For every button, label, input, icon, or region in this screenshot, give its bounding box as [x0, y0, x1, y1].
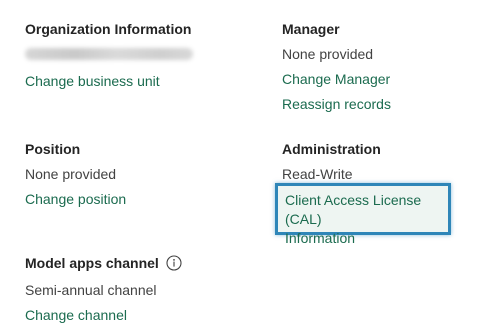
change-manager-link[interactable]: Change Manager — [282, 70, 391, 88]
organization-info-value-redacted — [25, 48, 193, 60]
change-position-link[interactable]: Change position — [25, 190, 126, 208]
cal-information-link-line2: Information — [285, 230, 356, 246]
reassign-records-link[interactable]: Reassign records — [282, 95, 391, 113]
change-business-unit-link[interactable]: Change business unit — [25, 72, 193, 90]
administration-value: Read-Write — [282, 166, 353, 182]
position-heading: Position — [25, 141, 81, 157]
position-value: None provided — [25, 166, 117, 182]
administration-section: Administration Read-Write — [282, 140, 381, 183]
administration-heading: Administration — [282, 141, 381, 157]
organization-info-heading: Organization Information — [25, 21, 192, 37]
change-channel-link[interactable]: Change channel — [25, 306, 182, 324]
manager-section: Manager None provided Change Manager Rea… — [282, 20, 391, 113]
manager-heading: Manager — [282, 21, 340, 37]
cal-information-link-line1: Client Access License (CAL) — [285, 192, 422, 227]
position-section: Position None provided Change position — [25, 140, 126, 208]
cal-information-highlight[interactable]: Client Access License (CAL) Information — [275, 183, 451, 246]
model-apps-channel-heading: Model apps channel — [25, 254, 182, 272]
model-apps-channel-section: Model apps channel Semi-annual channel C… — [25, 254, 182, 324]
user-details-panel: Organization Information Change business… — [0, 0, 492, 333]
model-apps-channel-heading-label: Model apps channel — [25, 255, 159, 271]
organization-info-section: Organization Information Change business… — [25, 20, 193, 90]
info-icon[interactable] — [166, 255, 182, 271]
cal-information-link[interactable]: Client Access License (CAL) Information — [285, 191, 448, 248]
model-apps-channel-value: Semi-annual channel — [25, 282, 157, 298]
manager-value: None provided — [282, 46, 374, 62]
